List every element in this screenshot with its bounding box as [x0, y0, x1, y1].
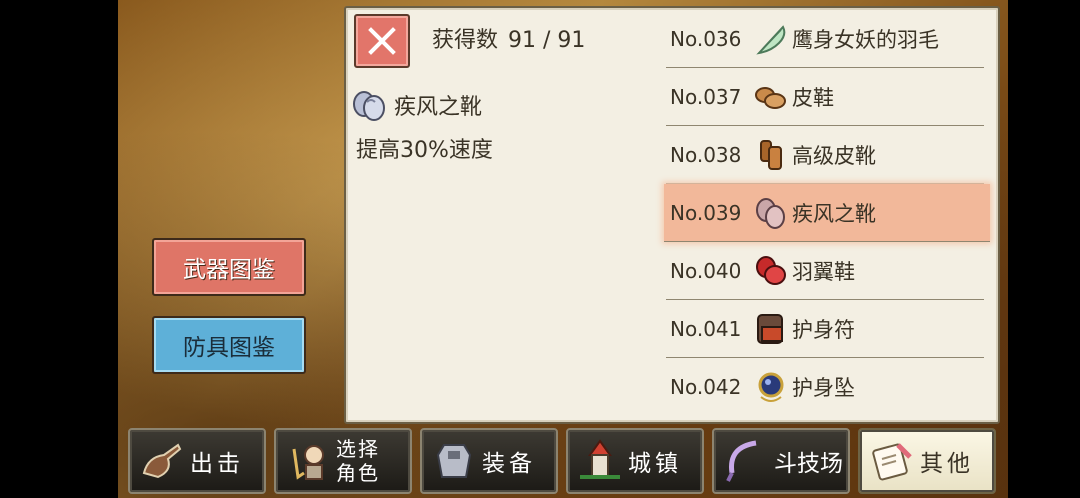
- boots-icon: [752, 136, 790, 174]
- list-item[interactable]: No.037 皮鞋: [666, 68, 984, 126]
- winged-shoes-icon: [752, 252, 790, 290]
- tab-label: 其他: [920, 451, 974, 477]
- sortie-icon: [134, 433, 190, 489]
- bottom-nav: 出击 选择 角色 装备 城镇 斗技场 其他: [128, 428, 996, 494]
- talisman-icon: [752, 310, 790, 348]
- item-number: No.036: [670, 26, 742, 51]
- count-value: 91 / 91: [508, 28, 586, 53]
- character-icon: [280, 433, 336, 489]
- item-name: 羽翼鞋: [792, 259, 855, 284]
- item-name: 鹰身女妖的羽毛: [792, 27, 939, 52]
- arena-icon: [718, 433, 774, 489]
- item-number: No.041: [670, 316, 742, 341]
- list-item[interactable]: No.038 高级皮靴: [666, 126, 984, 184]
- item-name: 高级皮靴: [792, 143, 876, 168]
- item-number: No.040: [670, 258, 742, 283]
- item-number: No.038: [670, 142, 742, 167]
- tab-other[interactable]: 其他: [858, 428, 996, 494]
- tab-label-line1: 选择: [336, 437, 380, 461]
- detail-item-name: 疾风之靴: [394, 95, 483, 120]
- tab-sortie[interactable]: 出击: [128, 428, 266, 494]
- close-button[interactable]: [354, 14, 410, 68]
- leather-shoes-icon: [752, 78, 790, 116]
- tab-label-line2: 角色: [336, 461, 380, 485]
- item-number: No.039: [670, 200, 742, 225]
- list-item-selected[interactable]: No.039 疾风之靴: [664, 184, 990, 242]
- tab-label: 斗技场: [774, 451, 843, 477]
- wind-boots-icon: [752, 194, 790, 232]
- item-number: No.042: [670, 374, 742, 399]
- feather-icon: [752, 20, 790, 58]
- tab-select-character[interactable]: 选择 角色: [274, 428, 412, 494]
- collection-count: 获得数 91 / 91: [432, 22, 585, 54]
- tab-equipment[interactable]: 装备: [420, 428, 558, 494]
- detail-item-description: 提高30%速度: [356, 138, 493, 163]
- count-label: 获得数: [432, 28, 499, 53]
- list-item[interactable]: No.040 羽翼鞋: [666, 242, 984, 300]
- item-name: 疾风之靴: [792, 201, 876, 226]
- scroll-icon: [864, 433, 920, 489]
- item-list: No.036 鹰身女妖的羽毛 No.037 皮鞋 No.038 高级皮靴 No.…: [664, 10, 990, 415]
- amulet-icon: [752, 368, 790, 406]
- tab-arena[interactable]: 斗技场: [712, 428, 850, 494]
- armor-catalog-button[interactable]: 防具图鉴: [152, 316, 306, 374]
- tab-label: 装备: [482, 451, 536, 477]
- list-item[interactable]: No.041 护身符: [666, 300, 984, 358]
- list-item[interactable]: No.042 护身坠: [666, 358, 984, 415]
- tab-label: 出击: [190, 451, 244, 477]
- close-icon: [368, 27, 396, 55]
- item-number: No.037: [670, 84, 742, 109]
- equipment-icon: [426, 433, 482, 489]
- boots-icon: [350, 86, 388, 128]
- tab-label: 选择 角色: [336, 437, 380, 485]
- town-icon: [572, 433, 628, 489]
- tab-town[interactable]: 城镇: [566, 428, 704, 494]
- item-name: 护身坠: [792, 375, 855, 400]
- tab-label: 城镇: [628, 451, 682, 477]
- item-name: 皮鞋: [792, 85, 834, 110]
- weapon-catalog-button[interactable]: 武器图鉴: [152, 238, 306, 296]
- list-item[interactable]: No.036 鹰身女妖的羽毛: [666, 10, 984, 68]
- item-name: 护身符: [792, 317, 855, 342]
